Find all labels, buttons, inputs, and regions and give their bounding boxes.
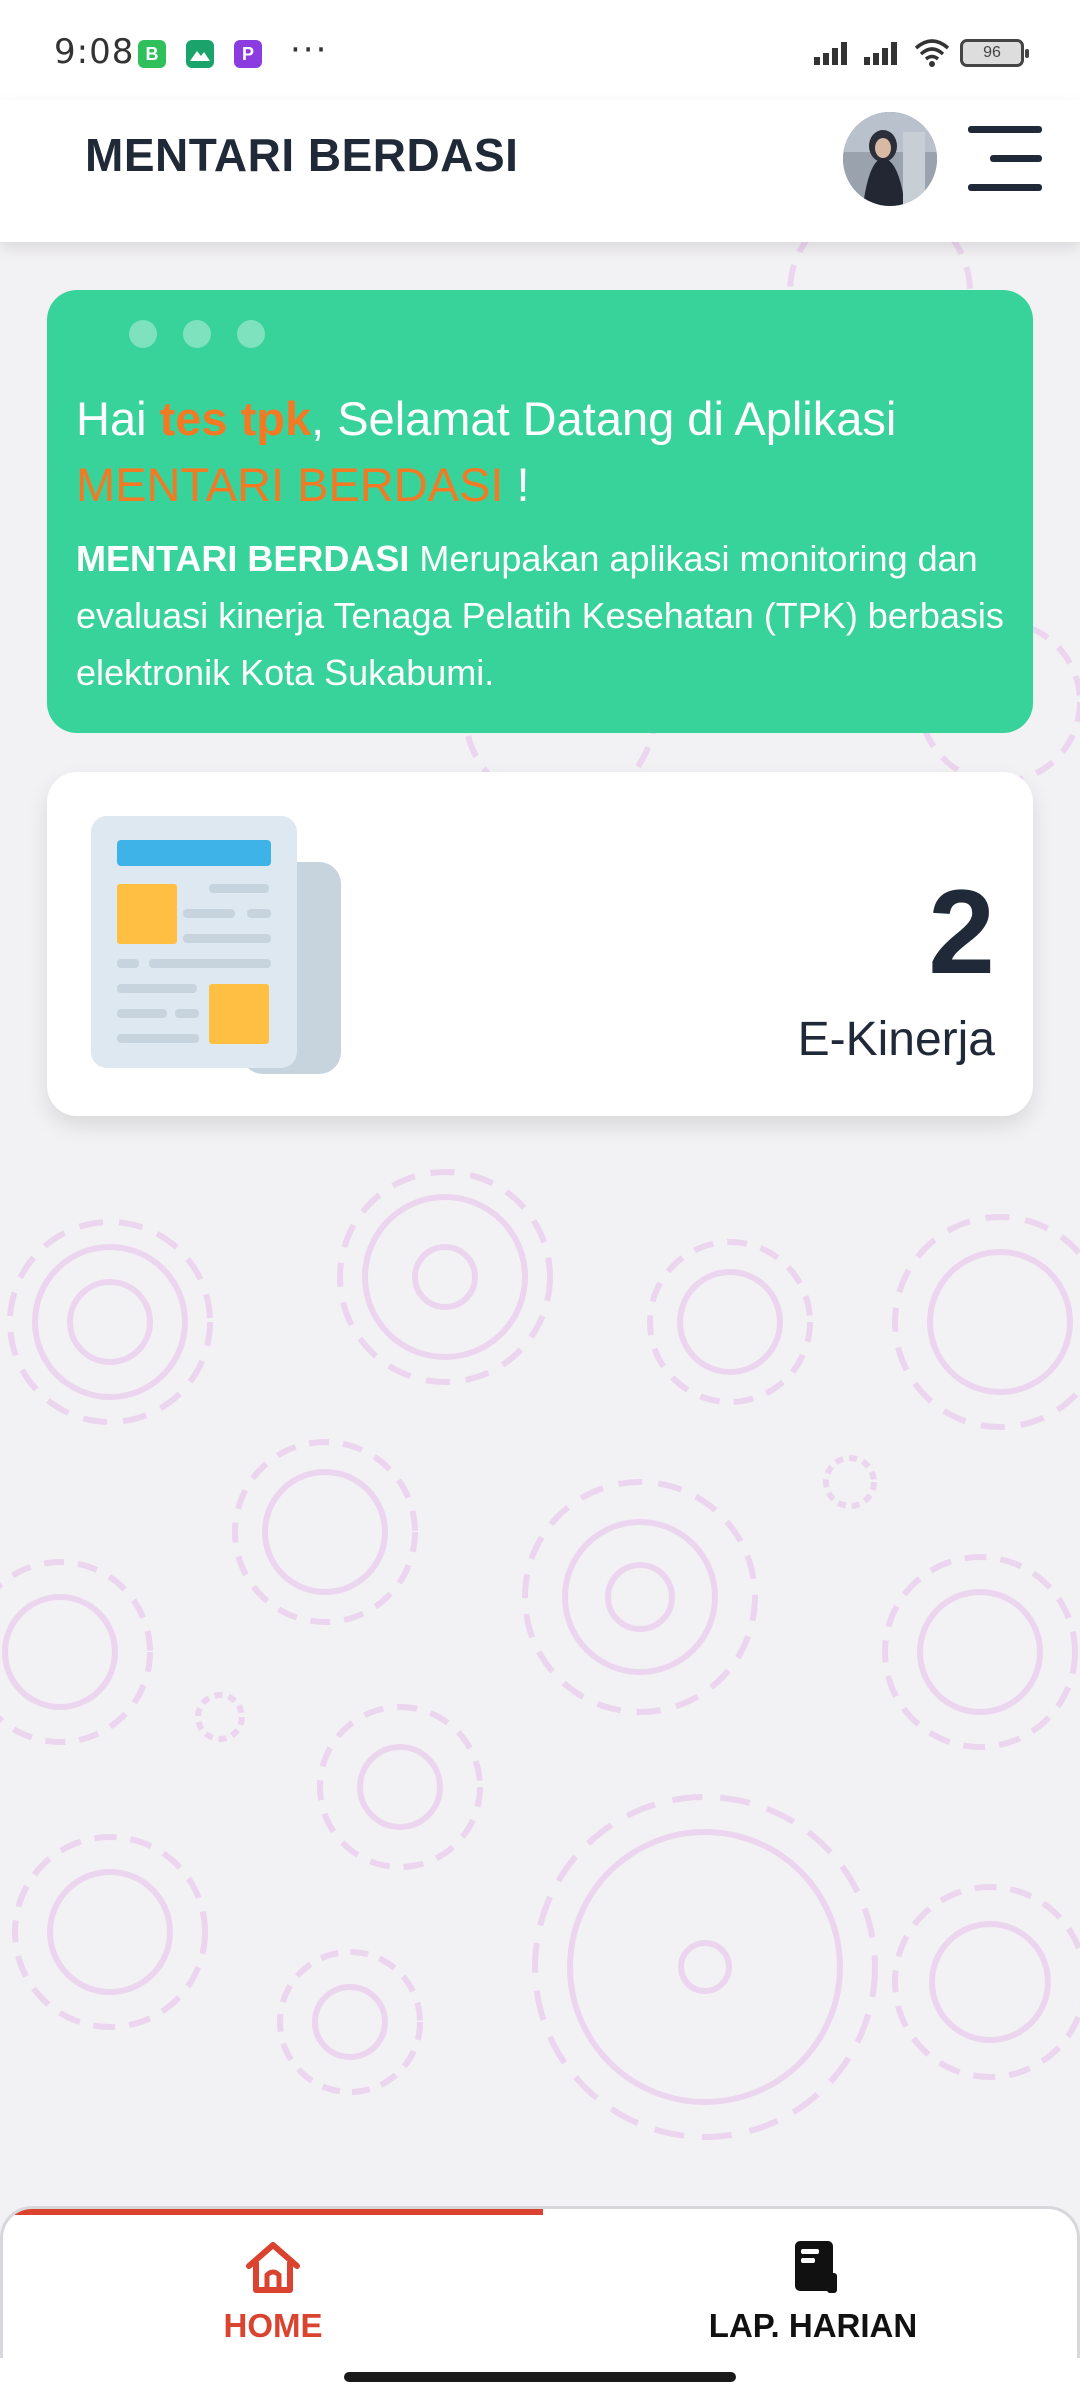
nav-item-home[interactable]: HOME: [3, 2237, 543, 2345]
e-kinerja-card[interactable]: 2 E-Kinerja: [47, 772, 1033, 1116]
greeting-exclaim: !: [503, 458, 530, 511]
e-kinerja-label: E-Kinerja: [797, 1013, 995, 1066]
greeting-prefix: Hai: [76, 392, 160, 445]
wifi-icon: [914, 39, 950, 67]
status-time: 9:08: [54, 32, 135, 72]
greeting-suffix: , Selamat Datang di Aplikasi: [311, 392, 897, 445]
description-app-name: MENTARI BERDASI: [76, 538, 410, 579]
e-kinerja-count: 2: [928, 865, 995, 999]
menu-icon-bar-bottom: [968, 184, 1042, 191]
book-icon: [795, 2241, 837, 2293]
app-description: MENTARI BERDASI Merupakan aplikasi monit…: [76, 530, 1016, 701]
welcome-card: Hai tes tpk, Selamat Datang di Aplikasi …: [47, 290, 1033, 733]
menu-button[interactable]: [968, 126, 1042, 192]
newspaper-icon: [91, 816, 341, 1074]
signal-icon: [814, 42, 847, 65]
welcome-greeting: Hai tes tpk, Selamat Datang di Aplikasi …: [76, 386, 1006, 518]
menu-icon-bar-mid: [990, 155, 1042, 162]
gallery-notification-icon: [186, 40, 214, 68]
home-icon: [246, 2242, 300, 2293]
app-name-highlight: MENTARI BERDASI: [76, 458, 504, 511]
nav-item-lap-harian[interactable]: LAP. HARIAN: [543, 2237, 1077, 2345]
gesture-home-bar[interactable]: [344, 2372, 736, 2382]
user-name: tes tpk: [159, 392, 312, 445]
bottom-navigation: HOME LAP. HARIAN: [0, 2206, 1080, 2358]
nav-label-lap-harian: LAP. HARIAN: [708, 2307, 918, 2344]
bbm-notification-icon: B: [138, 40, 166, 68]
card-dots-decoration: [129, 320, 265, 348]
page-title: MENTARI BERDASI: [85, 129, 519, 181]
active-tab-indicator: [3, 2209, 543, 2215]
more-notifications-icon: ···: [290, 30, 329, 70]
menu-icon-bar-top: [968, 126, 1042, 133]
nav-label-home: HOME: [223, 2307, 323, 2344]
app-header: MENTARI BERDASI: [0, 100, 1080, 242]
status-bar: 9:08 B P ··· 96: [0, 0, 1080, 100]
avatar[interactable]: [843, 112, 937, 206]
p-app-notification-icon: P: [234, 40, 262, 68]
signal-icon-2: [864, 42, 897, 65]
battery-indicator: 96: [960, 39, 1029, 67]
